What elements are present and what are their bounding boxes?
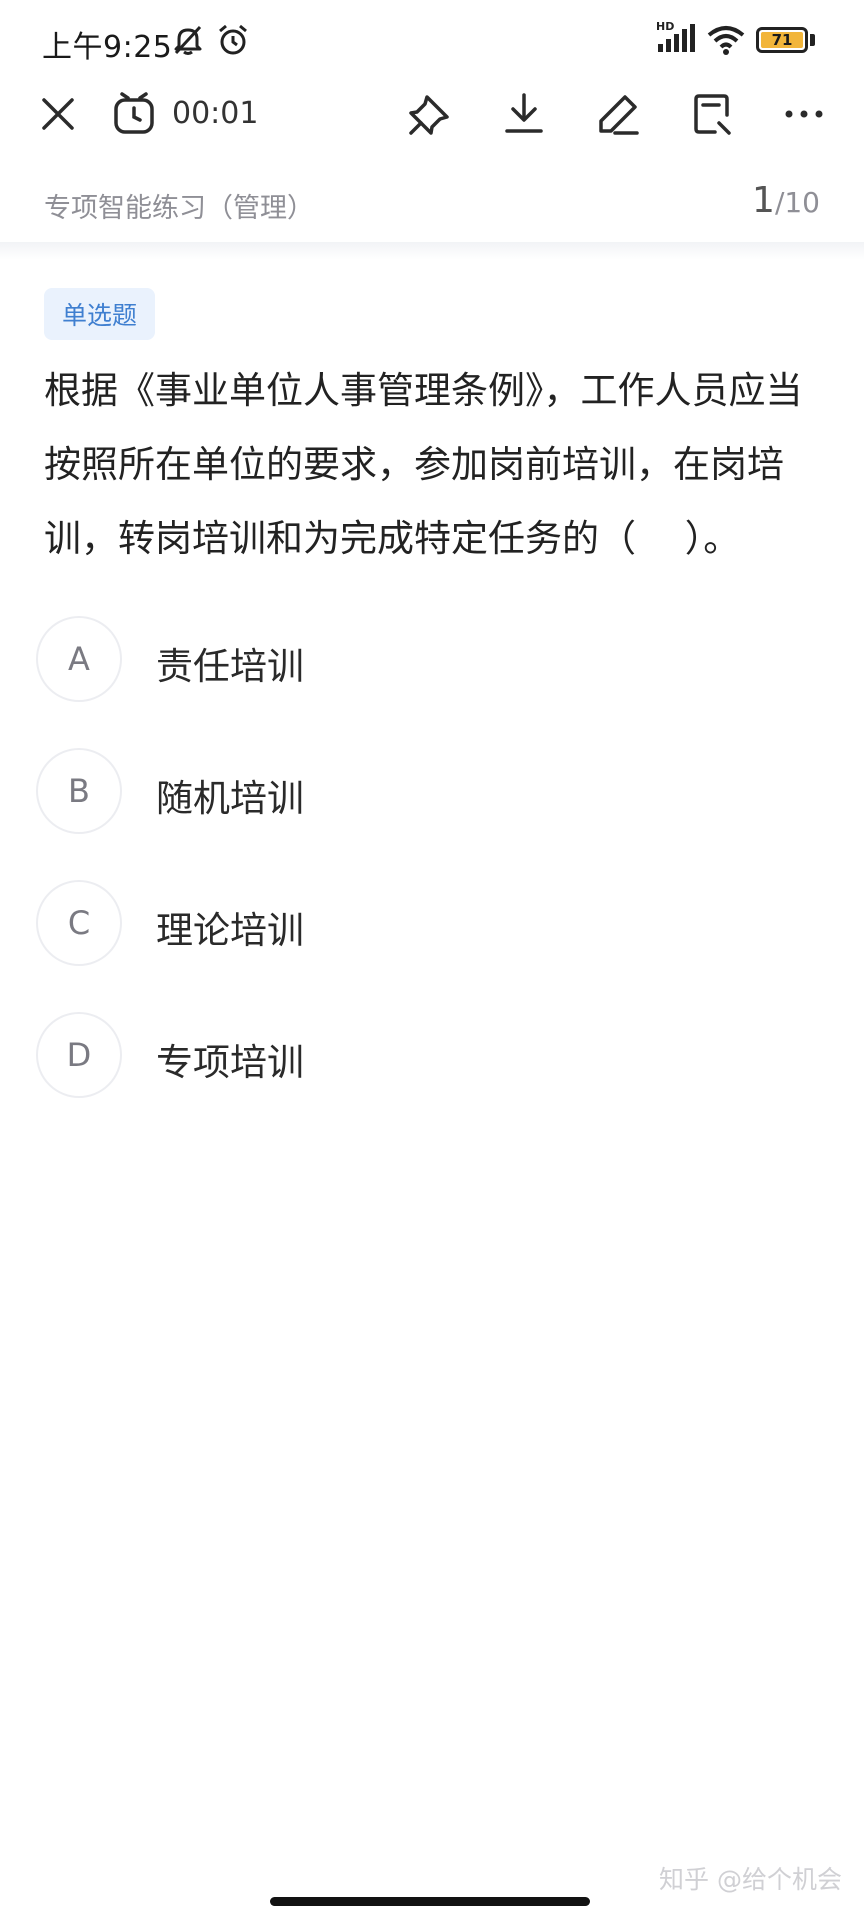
alarm-clock-icon (114, 92, 154, 134)
practice-header: 专项智能练习（管理） 1/10 (0, 180, 864, 236)
option-letter: A (36, 616, 122, 702)
pin-button[interactable] (402, 86, 458, 142)
option-letter: C (36, 880, 122, 966)
answer-sheet-button[interactable] (684, 86, 740, 142)
watermark: 知乎 @给个机会 (659, 1865, 842, 1894)
question-type-badge: 单选题 (44, 288, 156, 340)
option-text: 随机培训 (156, 777, 304, 820)
answer-sheet-icon (694, 94, 731, 135)
status-bar: 上午9:25 HD 71 (0, 0, 864, 80)
total-questions: /10 (774, 186, 820, 219)
option-text: 理论培训 (156, 909, 304, 952)
more-icon (785, 110, 823, 118)
signal-icon: HD (656, 20, 700, 60)
option-b[interactable]: B 随机培训 (36, 748, 816, 836)
network-label: HD (656, 20, 675, 33)
battery-icon: 71 (756, 27, 808, 53)
question-progress: 1/10 (752, 180, 820, 221)
status-time: 上午9:25 (42, 30, 173, 65)
option-letter: B (36, 748, 122, 834)
toolbar: 00:01 (0, 80, 864, 146)
battery-tip (810, 34, 815, 46)
more-button[interactable] (776, 86, 832, 142)
option-letter: D (36, 1012, 122, 1098)
edit-icon (599, 95, 639, 135)
option-c[interactable]: C 理论培训 (36, 880, 816, 968)
alarm-status-icon (216, 22, 250, 62)
option-d[interactable]: D 专项培训 (36, 1012, 816, 1100)
timer-text: 00:01 (172, 96, 259, 131)
edit-button[interactable] (590, 86, 646, 142)
home-indicator[interactable] (270, 1897, 590, 1906)
option-a[interactable]: A 责任培训 (36, 616, 816, 704)
exam-screen: 上午9:25 HD 71 00:01 专项智能练习（管理） 1/10 单选题 根… (0, 0, 864, 1920)
pin-icon (409, 95, 449, 135)
wifi-icon (706, 24, 746, 60)
timer-button[interactable] (106, 86, 162, 142)
download-icon (505, 93, 543, 133)
download-button[interactable] (496, 86, 552, 142)
close-icon (42, 98, 74, 130)
header-divider (0, 242, 864, 260)
battery-level: 71 (761, 31, 803, 49)
option-text: 专项培训 (156, 1041, 304, 1084)
current-question-number: 1 (752, 180, 775, 221)
mute-icon (170, 22, 206, 62)
question-text: 根据《事业单位人事管理条例》，工作人员应当按照所在单位的要求，参加岗前培训，在岗… (44, 369, 803, 560)
option-text: 责任培训 (156, 645, 304, 688)
close-button[interactable] (30, 86, 86, 142)
practice-title: 专项智能练习（管理） (44, 193, 314, 224)
